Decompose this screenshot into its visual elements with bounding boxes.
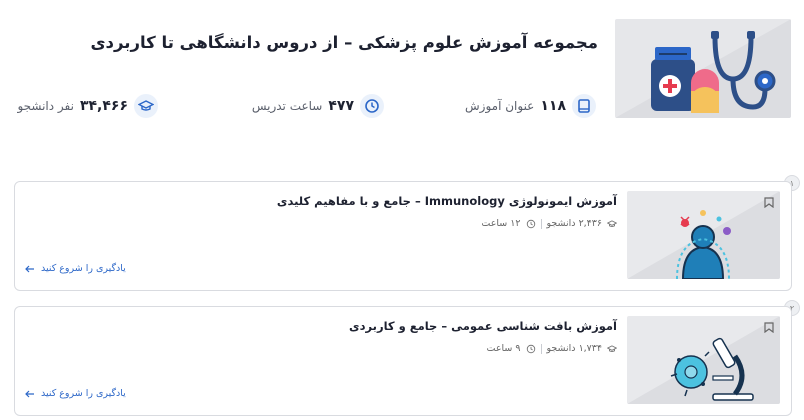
start-learning-label: یادگیری را شروع کنید [41, 388, 126, 399]
course-card[interactable]: آموزش بافت شناسی عمومی – جامع و کاربردی … [14, 306, 792, 416]
graduation-cap-icon [607, 219, 617, 227]
stat-courses-value: ۱۱۸ [540, 98, 566, 114]
hero-illustration [615, 19, 791, 118]
stat-hours-label: ساعت تدریس [251, 99, 323, 113]
start-learning-label: یادگیری را شروع کنید [41, 263, 126, 274]
clock-icon [526, 219, 535, 228]
start-learning-link[interactable]: یادگیری را شروع کنید [25, 388, 126, 399]
course-thumbnail[interactable] [627, 316, 780, 404]
course-meta: ۱,۷۳۴ دانشجو ۹ ساعت [487, 343, 617, 354]
stat-hours-value: ۴۷۷ [328, 98, 354, 114]
course-title[interactable]: آموزش ایمونولوژی Immunology – جامع و با … [277, 194, 617, 208]
stat-students: ۳۴,۴۶۶ نفر دانشجو [17, 93, 158, 119]
graduation-cap-icon [134, 94, 158, 118]
course-students: ۲,۴۳۶ دانشجو [546, 218, 603, 229]
course-thumbnail[interactable] [627, 191, 780, 279]
stat-courses-label: عنوان آموزش [465, 99, 535, 113]
course-duration: ۱۲ ساعت [481, 218, 521, 229]
course-duration: ۹ ساعت [486, 343, 521, 354]
start-learning-link[interactable]: یادگیری را شروع کنید [25, 263, 126, 274]
bookmark-icon[interactable] [764, 197, 774, 208]
page-title: مجموعه آموزش علوم پزشکی – از دروس دانشگا… [90, 33, 598, 52]
course-students: ۱,۷۳۴ دانشجو [546, 343, 603, 354]
course-meta: ۲,۴۳۶ دانشجو ۱۲ ساعت [481, 218, 617, 229]
stat-courses: ۱۱۸ عنوان آموزش [465, 93, 596, 119]
clock-icon [360, 94, 384, 118]
stat-students-value: ۳۴,۴۶۶ [79, 98, 128, 114]
bookmark-icon[interactable] [764, 322, 774, 333]
book-icon [572, 94, 596, 118]
arrow-left-icon [25, 265, 34, 272]
meta-divider [540, 343, 542, 354]
course-title[interactable]: آموزش بافت شناسی عمومی – جامع و کاربردی [349, 319, 617, 333]
clock-icon [526, 344, 535, 353]
course-card[interactable]: آموزش ایمونولوژی Immunology – جامع و با … [14, 181, 792, 291]
arrow-left-icon [25, 390, 34, 397]
stat-students-label: نفر دانشجو [17, 99, 74, 113]
meta-divider [540, 218, 542, 229]
stat-hours: ۴۷۷ ساعت تدریس [252, 93, 384, 119]
graduation-cap-icon [607, 344, 617, 352]
